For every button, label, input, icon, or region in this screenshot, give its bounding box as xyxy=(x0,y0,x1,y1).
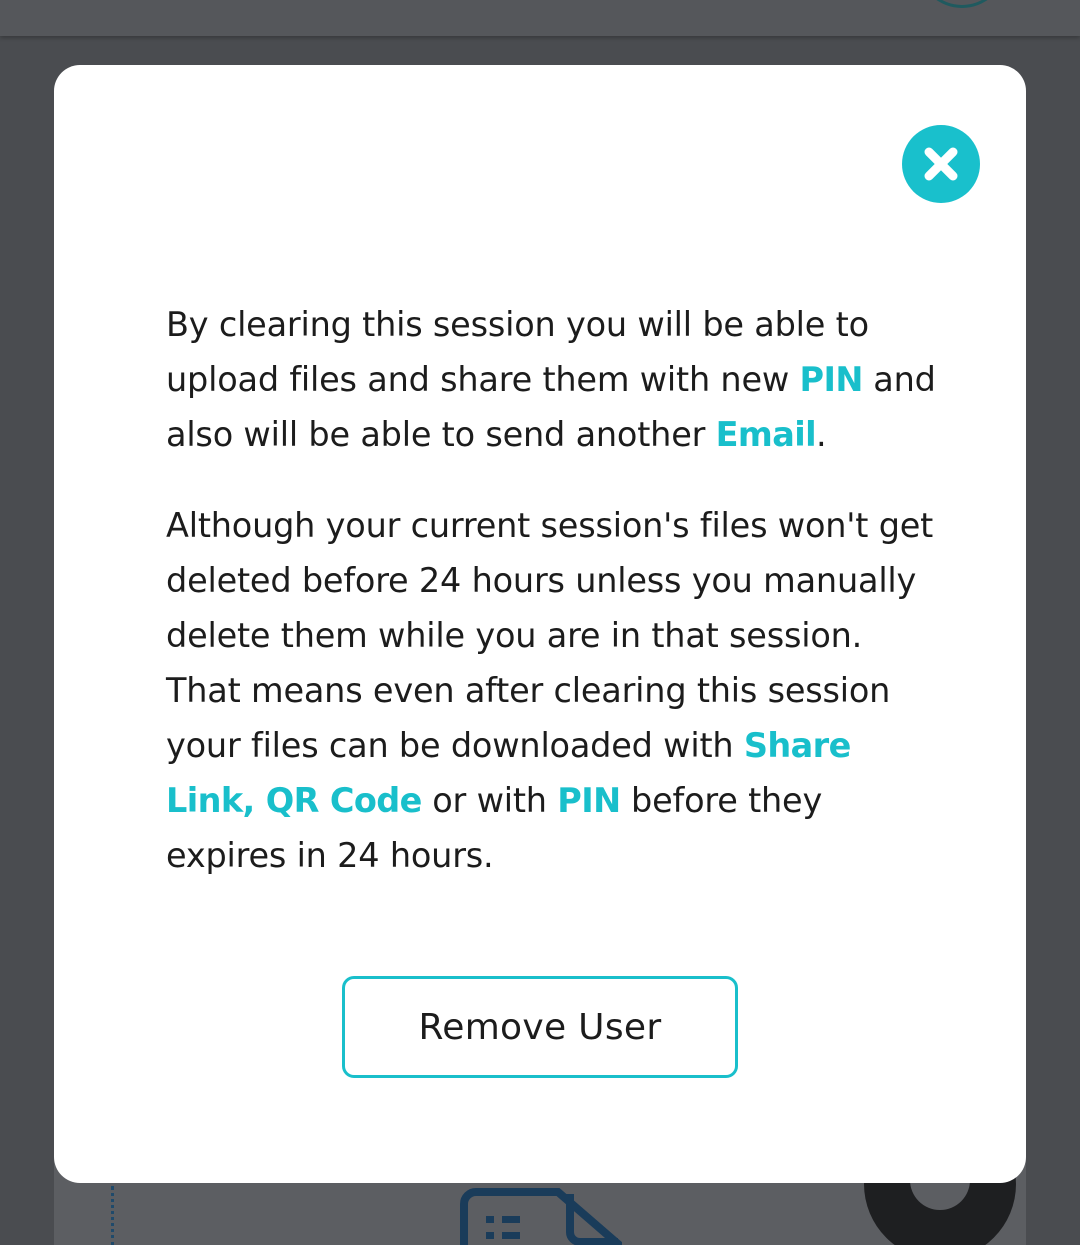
pin-highlight: PIN xyxy=(799,360,864,399)
message-paragraph-1: By clearing this session you will be abl… xyxy=(166,297,936,462)
paragraph-2-text-2: or with xyxy=(421,781,558,820)
document-icon xyxy=(460,1188,622,1245)
clear-session-modal: By clearing this session you will be abl… xyxy=(54,65,1026,1183)
pin-highlight-2: PIN xyxy=(557,781,621,820)
message-paragraph-2: Although your current session's files wo… xyxy=(166,498,936,883)
background-dotted-line xyxy=(111,1186,114,1245)
paragraph-1-text-3: . xyxy=(816,415,827,454)
remove-user-button[interactable]: Remove User xyxy=(342,976,738,1078)
close-button[interactable] xyxy=(902,125,980,203)
email-highlight: Email xyxy=(715,415,817,454)
paragraph-1-text-1: By clearing this session you will be abl… xyxy=(166,305,869,399)
background-top-bar xyxy=(0,0,1080,36)
close-x-icon xyxy=(924,147,958,181)
modal-message: By clearing this session you will be abl… xyxy=(166,297,936,883)
